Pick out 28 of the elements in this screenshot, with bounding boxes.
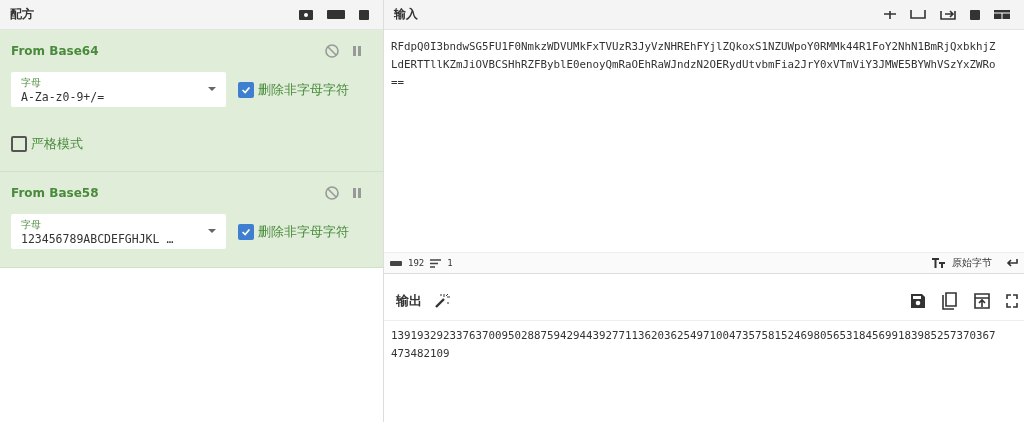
- recipe-title: 配方: [10, 6, 34, 23]
- window-icon[interactable]: [910, 10, 926, 19]
- lines-icon: [430, 258, 442, 268]
- magic-wand-icon[interactable]: [434, 293, 450, 309]
- output-title: 输出: [396, 292, 422, 310]
- input-text-area[interactable]: RFdpQ0I3bndwSG5FU1F0NmkzWDVUMkFxTVUzR3JyVzNHREhFYjlZQkoxS1NZUWpoY0RMMk44R1FoY2NhN1BmRjQxbkhjZ LdERTTllKZmJiOVBCSHhRZFByblE0enoyQmRaOEhRaWJndzN2OERydUtvbmFia2JrY0xVTmViY3JMWE5BYWhVSzYxZWRo ==: [384, 30, 1024, 252]
- alphabet-select[interactable]: 字母 123456789ABCDEFGHJKL …: [11, 214, 226, 249]
- copy-icon[interactable]: [942, 292, 958, 310]
- alphabet-select[interactable]: 字母 A-Za-z0-9+/=: [11, 72, 226, 107]
- swap-icon[interactable]: [940, 9, 956, 20]
- line-count: 1: [447, 258, 453, 268]
- fullscreen-icon[interactable]: [1006, 294, 1018, 308]
- operation-name: From Base64: [11, 44, 99, 58]
- checkbox-option[interactable]: 删除非字母字符: [238, 222, 349, 241]
- caret-icon: [208, 229, 216, 233]
- length-count: 192: [408, 258, 425, 268]
- caret-icon: [208, 87, 216, 91]
- operation-name: From Base58: [11, 186, 99, 200]
- input-title: 输入: [394, 6, 418, 23]
- font-size-icon[interactable]: [932, 258, 946, 268]
- output-text-area: 139193292337637009502887594294439277113620362549710047357581524698056531845699183985257370367 473482109: [384, 321, 1024, 369]
- checkbox-option[interactable]: 严格模式: [11, 135, 83, 153]
- encoding-button[interactable]: 原始字节: [952, 256, 992, 270]
- checkbox-option[interactable]: 删除非字母字符: [238, 80, 349, 99]
- upload-icon[interactable]: [974, 293, 990, 309]
- plus-icon[interactable]: [884, 10, 896, 19]
- layout-icon[interactable]: [994, 10, 1010, 19]
- return-icon[interactable]: [1006, 259, 1018, 267]
